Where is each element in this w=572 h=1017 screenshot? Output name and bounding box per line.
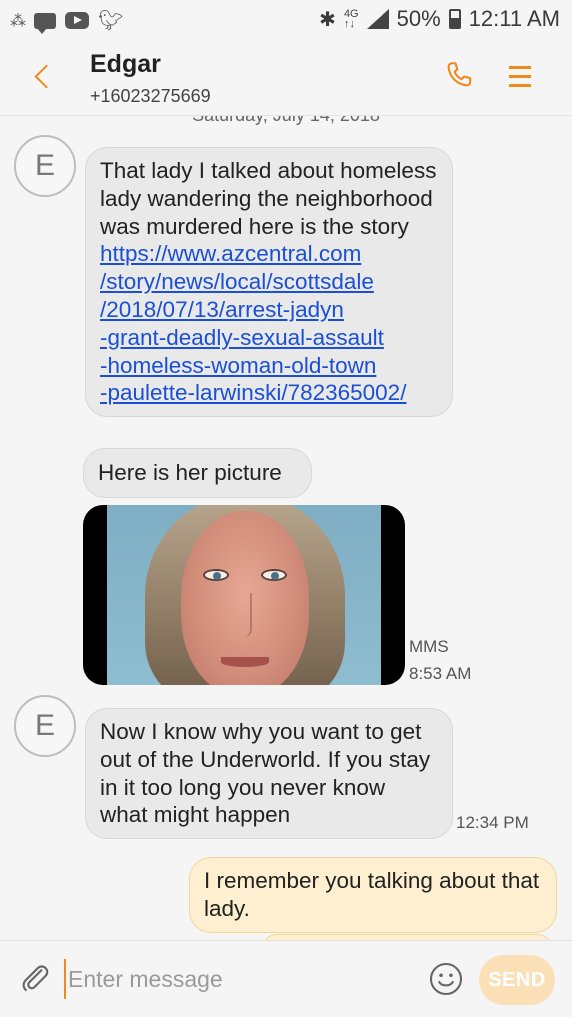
chat-icon [34, 12, 56, 34]
message-text: I remember you talking about that lady. [204, 868, 540, 921]
paperclip-icon [22, 965, 49, 992]
menu-icon [509, 66, 531, 69]
emoji-button[interactable] [428, 961, 464, 997]
message-type-label: MMS [409, 637, 449, 656]
message-time: 8:53 AM [409, 664, 472, 683]
avatar[interactable]: E [14, 695, 76, 757]
message-text: That lady I talked about homeless lady w… [100, 158, 437, 239]
data-icon: 4G ↑↓ [343, 8, 359, 30]
message-bubble-outgoing[interactable]: I remember you talking about that lady. [189, 857, 557, 933]
phone-icon [447, 62, 472, 87]
battery-percent: 50% [396, 6, 441, 31]
youtube-icon [65, 12, 89, 29]
message-list[interactable]: Saturday, July 14, 2018 E That lady I ta… [0, 116, 572, 940]
dots-icon: ⁂ [10, 12, 26, 30]
message-text: Now I know why you want to get out of th… [100, 719, 431, 828]
message-input[interactable] [64, 959, 414, 999]
status-time: 12:11 AM [468, 6, 560, 31]
signal-icon [366, 9, 389, 29]
message-text: Here is her picture [98, 460, 282, 485]
battery-icon [448, 9, 461, 29]
conversation-header: Edgar +16023275669 [0, 40, 572, 116]
twitter-icon: 🐦︎ [98, 10, 124, 32]
message-bubble[interactable]: That lady I talked about homeless lady w… [85, 147, 453, 418]
message-link[interactable]: https://www.azcentral.com /story/news/lo… [100, 240, 438, 407]
message-time: 12:34 PM [456, 813, 529, 832]
photo [107, 505, 381, 685]
call-button[interactable] [442, 58, 478, 94]
bluetooth-icon: ✱ [319, 8, 336, 31]
smiley-icon [429, 962, 463, 996]
mms-image[interactable] [83, 505, 405, 685]
contact-number: +16023275669 [90, 86, 211, 106]
compose-bar: SEND [0, 940, 572, 1017]
message-bubble[interactable]: Here is her picture [83, 448, 312, 498]
back-button[interactable] [28, 60, 62, 94]
send-button[interactable]: SEND [479, 955, 555, 1005]
message-bubble[interactable]: Now I know why you want to get out of th… [85, 708, 453, 840]
attach-button[interactable] [18, 961, 52, 995]
date-separator: Saturday, July 14, 2018 [0, 116, 572, 126]
contact-name: Edgar [90, 50, 161, 78]
menu-button[interactable] [505, 62, 535, 92]
status-bar: ⁂ 🐦︎ ✱ 4G ↑↓ 50% 12:11 AM [0, 0, 572, 40]
avatar[interactable]: E [14, 135, 76, 197]
